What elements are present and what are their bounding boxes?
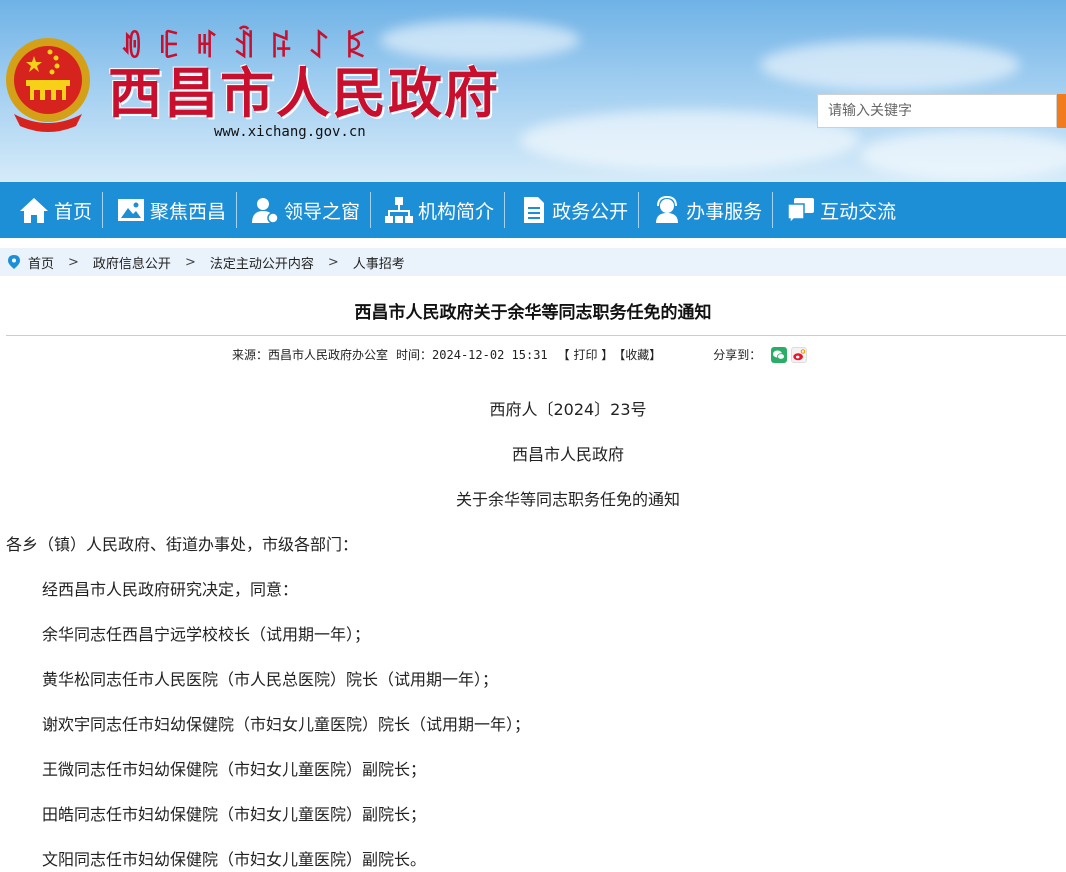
wechat-icon[interactable] xyxy=(771,346,788,363)
breadcrumb-separator: > xyxy=(68,254,79,270)
doc-number: 西府人〔2024〕23号 xyxy=(489,400,647,419)
cloud-decoration xyxy=(520,110,860,170)
paragraph: 田皓同志任市妇幼保健院（市妇女儿童医院）副院长； xyxy=(42,805,427,824)
cloud-decoration xyxy=(860,130,1066,180)
main-nav: 首页 聚焦西昌 领导之窗 机构简介 政务公开 办事服务 互动交流 xyxy=(0,182,1066,238)
nav-item-services[interactable]: 办事服务 xyxy=(638,182,772,238)
nav-item-focus[interactable]: 聚焦西昌 xyxy=(102,182,236,238)
nav-item-leaders[interactable]: 领导之窗 xyxy=(236,182,370,238)
national-emblem-icon xyxy=(4,34,92,132)
service-icon xyxy=(656,195,679,223)
search-input[interactable]: 请输入关键字 xyxy=(817,94,1057,128)
site-url: www.xichang.gov.cn xyxy=(214,124,366,140)
location-pin-icon xyxy=(8,255,20,269)
nav-label: 机构简介 xyxy=(418,200,495,223)
org-chart-icon xyxy=(385,197,414,223)
nav-label: 互动交流 xyxy=(820,200,897,223)
paragraph: 余华同志任西昌宁远学校校长（试用期一年）； xyxy=(42,625,371,644)
print-link[interactable]: 【 打印 】 xyxy=(558,346,614,363)
weibo-icon[interactable] xyxy=(791,346,808,363)
nav-item-home[interactable]: 首页 xyxy=(0,182,102,238)
time-value: 2024-12-02 15:31 xyxy=(432,347,548,362)
source-label: 来源： xyxy=(232,348,269,362)
divider xyxy=(6,335,1066,336)
nav-label: 聚焦西昌 xyxy=(150,200,227,223)
nav-item-gov-affairs[interactable]: 政务公开 xyxy=(504,182,638,238)
breadcrumb-item-statutory[interactable]: 法定主动公开内容 xyxy=(210,253,314,272)
breadcrumb-item-gov-info[interactable]: 政府信息公开 xyxy=(93,253,171,272)
document-icon xyxy=(524,197,545,223)
nav-label: 政务公开 xyxy=(552,200,629,223)
time-label: 时间： xyxy=(396,348,433,362)
paragraph: 王微同志任市妇幼保健院（市妇女儿童医院）副院长； xyxy=(42,760,427,779)
share-label: 分享到： xyxy=(713,348,762,362)
cloud-decoration xyxy=(760,40,1020,90)
breadcrumb-separator: > xyxy=(184,254,196,270)
nav-label: 首页 xyxy=(54,200,93,223)
nav-label: 办事服务 xyxy=(686,200,763,223)
paragraph: 经西昌市人民政府研究决定，同意： xyxy=(42,580,299,599)
collect-link[interactable]: 【收藏】 xyxy=(613,346,661,363)
breadcrumb-item-home[interactable]: 首页 xyxy=(28,253,54,272)
home-icon xyxy=(20,198,48,223)
chat-icon xyxy=(787,198,815,225)
paragraph: 谢欢宇同志任市妇幼保健院（市妇女儿童医院）院长（试用期一年）； xyxy=(42,715,531,734)
nav-label: 领导之窗 xyxy=(284,200,361,223)
paragraph: 文阳同志任市妇幼保健院（市妇女儿童医院）副院长。 xyxy=(42,850,427,869)
article-meta: 来源： 西昌市人民政府办公室 时间： 2024-12-02 15:31 【 打印… xyxy=(232,346,808,363)
leader-icon xyxy=(252,198,279,224)
site-title[interactable]: 西昌市人民政府 xyxy=(108,62,500,126)
salutation: 各乡（镇）人民政府、街道办事处，市级各部门： xyxy=(6,535,359,554)
cloud-decoration xyxy=(380,20,580,60)
subtitle: 关于余华等同志职务任免的通知 xyxy=(455,490,680,509)
search-button[interactable] xyxy=(1057,94,1066,128)
nav-item-interaction[interactable]: 互动交流 xyxy=(772,182,906,238)
nav-item-organization[interactable]: 机构简介 xyxy=(370,182,504,238)
issuer: 西昌市人民政府 xyxy=(511,445,624,464)
breadcrumb: 首页 > 政府信息公开 > 法定主动公开内容 > 人事招考 xyxy=(0,248,1066,276)
yi-script-title: ꀑꍠꎭꀉꌬꋍꌅ xyxy=(120,30,383,65)
paragraph: 黄华松同志任市人民医院（市人民总医院）院长（试用期一年）； xyxy=(42,670,499,689)
breadcrumb-separator: > xyxy=(327,254,339,270)
breadcrumb-item-recruitment[interactable]: 人事招考 xyxy=(353,253,405,272)
picture-icon xyxy=(118,199,145,221)
header-banner: ꀑꍠꎭꀉꌬꋍꌅ 西昌市人民政府 www.xichang.gov.cn 请输入关键… xyxy=(0,0,1066,182)
source-value: 西昌市人民政府办公室 xyxy=(268,348,389,362)
article-title: 西昌市人民政府关于余华等同志职务任免的通知 xyxy=(354,303,712,323)
